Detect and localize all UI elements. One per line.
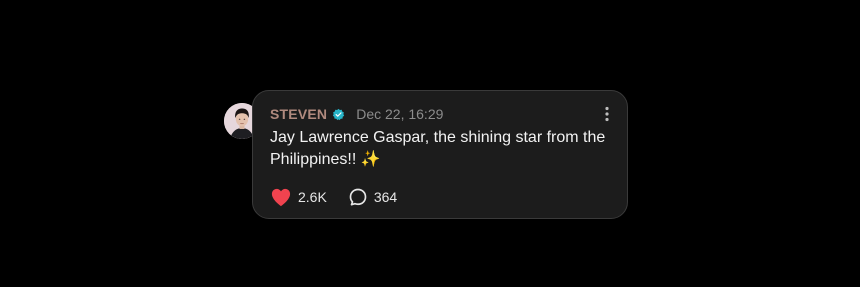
post-header: STEVEN Dec 22, 16:29 [270,105,443,123]
heart-icon [271,188,291,207]
like-count: 2.6K [298,189,327,205]
verified-badge-icon [333,108,345,120]
post-timestamp: Dec 22, 16:29 [356,106,444,122]
comment-count: 364 [373,189,398,205]
like-button[interactable]: 2.6K [270,187,327,207]
post-stage: STEVEN Dec 22, 16:29 Jay Lawrence Gaspar… [0,0,860,287]
comment-bubble-icon [349,188,367,206]
post-actions: 2.6K 364 [270,186,397,208]
more-vertical-icon[interactable] [604,106,610,122]
author-name[interactable]: STEVEN [270,106,327,122]
post-card: STEVEN Dec 22, 16:29 Jay Lawrence Gaspar… [252,90,628,219]
post-text: Jay Lawrence Gaspar, the shining star fr… [270,129,606,168]
comment-button[interactable]: 364 [348,187,397,207]
